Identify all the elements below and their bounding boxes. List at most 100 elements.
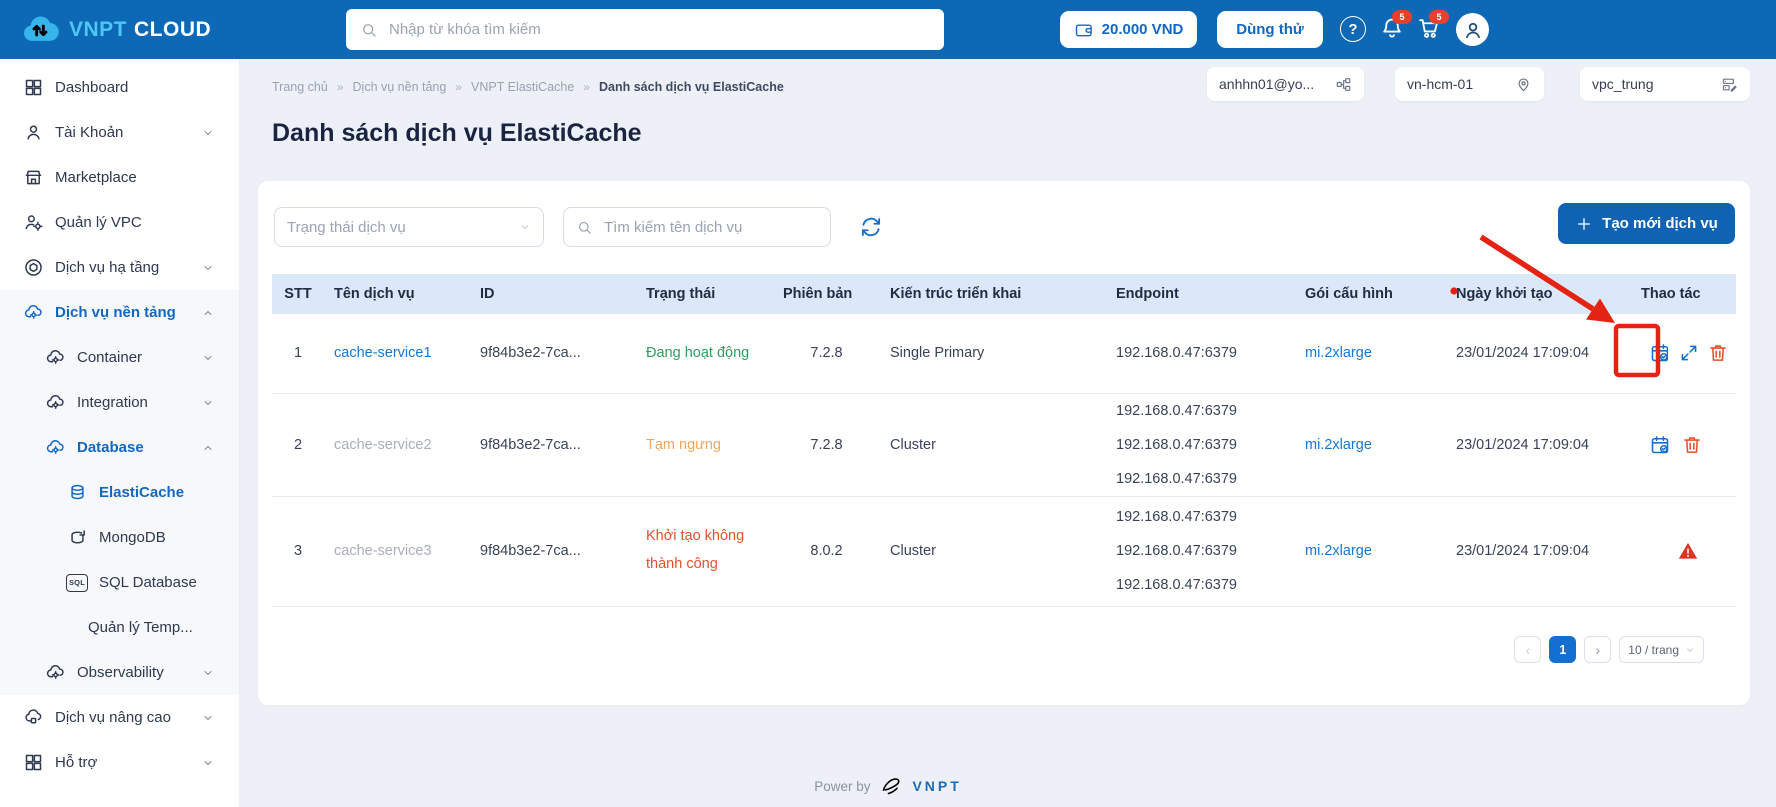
sidebar-platform-group: Dịch vụ nền tảng Container Integration D…: [0, 290, 239, 695]
global-search[interactable]: [346, 9, 944, 50]
cart-badge: 5: [1429, 10, 1449, 24]
avatar-person-icon: [1460, 17, 1486, 43]
row-actions: [1641, 342, 1726, 364]
service-architecture: Cluster: [880, 496, 1106, 606]
status-badge: Khởi tạo không thành công: [646, 528, 744, 572]
cart-button[interactable]: 5: [1416, 15, 1442, 41]
row-actions: [1641, 434, 1726, 456]
breadcrumb: Trang chủ » Dịch vụ nền tảng » VNPT Elas…: [272, 80, 784, 94]
service-name: cache-service2: [334, 437, 432, 453]
schedule-calendar-icon[interactable]: [1649, 434, 1671, 456]
pagination-next-button[interactable]: ›: [1584, 636, 1611, 663]
schedule-calendar-icon[interactable]: [1649, 342, 1668, 364]
sql-icon: SQL: [66, 572, 88, 594]
package-link[interactable]: mi.2xlarge: [1305, 437, 1372, 453]
col-name: Tên dịch vụ: [324, 274, 470, 314]
chevron-up-icon: [202, 442, 214, 454]
sidebar-item-mongodb[interactable]: MongoDB: [0, 515, 239, 560]
page-size-select[interactable]: 10 / trang: [1619, 636, 1704, 663]
vnpt-cloud-console: VNPT CLOUD 20.000 VND Dùng thử ? 5 5: [0, 0, 1776, 807]
sidebar-item-database[interactable]: Database: [0, 425, 239, 470]
sidebar-item-sql-database[interactable]: SQL SQL Database: [0, 560, 239, 605]
brand-logo[interactable]: VNPT CLOUD: [20, 0, 211, 59]
cloud-gear-icon: [22, 302, 44, 324]
pagination-page-1[interactable]: 1: [1549, 636, 1576, 663]
wallet-balance-button[interactable]: 20.000 VND: [1060, 11, 1197, 48]
sidebar-item-platform-services[interactable]: Dịch vụ nền tảng: [0, 290, 239, 335]
help-button[interactable]: ?: [1340, 16, 1366, 42]
sidebar-item-container[interactable]: Container: [0, 335, 239, 380]
package-link[interactable]: mi.2xlarge: [1305, 345, 1372, 361]
brand-vnpt: VNPT: [69, 18, 127, 42]
warning-icon[interactable]: [1677, 540, 1699, 562]
sidebar-item-advanced-services[interactable]: Dịch vụ nâng cao: [0, 695, 239, 740]
sidebar-nav: Dashboard Tài Khoản Marketplace Quản lý …: [0, 59, 240, 807]
col-version: Phiên bản: [773, 274, 880, 314]
account-selector[interactable]: anhhn01@yo...: [1207, 67, 1364, 101]
chevron-down-icon: [202, 757, 214, 769]
package-link[interactable]: mi.2xlarge: [1305, 543, 1372, 559]
service-created: 23/01/2024 17:09:04: [1446, 393, 1631, 496]
user-avatar[interactable]: [1456, 13, 1489, 46]
refresh-button[interactable]: [858, 214, 884, 240]
col-stt: STT: [272, 274, 324, 314]
wallet-icon: [1074, 20, 1094, 40]
chevron-down-icon: [519, 221, 531, 233]
expand-icon[interactable]: [1678, 342, 1697, 364]
col-endpoint: Endpoint: [1106, 274, 1295, 314]
refresh-icon: [858, 214, 884, 240]
table-header-row: STT Tên dịch vụ ID Trạng thái Phiên bản …: [272, 274, 1736, 314]
breadcrumb-platform[interactable]: Dịch vụ nền tảng: [353, 80, 447, 94]
grid-icon: [22, 752, 44, 774]
sidebar-item-account[interactable]: Tài Khoản: [0, 110, 239, 155]
col-id: ID: [470, 274, 636, 314]
chevron-down-icon: [202, 712, 214, 724]
breadcrumb-separator: »: [337, 80, 344, 94]
sidebar-item-template-management[interactable]: Quản lý Temp...: [0, 605, 239, 650]
col-actions: Thao tác: [1631, 274, 1736, 314]
create-service-button[interactable]: Tạo mới dịch vụ: [1558, 203, 1735, 244]
delete-trash-icon[interactable]: [1707, 342, 1726, 364]
region-selector[interactable]: vn-hcm-01: [1395, 67, 1544, 101]
global-search-input[interactable]: [387, 20, 930, 39]
sidebar-item-elasticache[interactable]: ElastiCache: [0, 470, 239, 515]
sidebar-item-dashboard[interactable]: Dashboard: [0, 65, 239, 110]
service-endpoints: 192.168.0.47:6379 192.168.0.47:6379 192.…: [1116, 394, 1285, 496]
chevron-up-icon: [202, 307, 214, 319]
cloud-gear-icon: [44, 392, 66, 414]
trial-button[interactable]: Dùng thử: [1217, 11, 1323, 48]
location-pin-icon: [1515, 76, 1532, 93]
service-name-link[interactable]: cache-service1: [334, 345, 432, 361]
top-navbar: VNPT CLOUD 20.000 VND Dùng thử ? 5 5: [0, 0, 1776, 59]
vnpt-logo-text: VNPT: [912, 778, 961, 794]
col-created: Ngày khởi tạo: [1446, 274, 1631, 314]
sidebar-item-support[interactable]: Hỗ trợ: [0, 740, 239, 785]
breadcrumb-current: Danh sách dịch vụ ElastiCache: [599, 80, 784, 94]
service-endpoint: 192.168.0.47:6379: [1106, 314, 1295, 393]
server-edit-icon: [1721, 76, 1738, 93]
status-filter-select[interactable]: Trạng thái dịch vụ: [274, 207, 544, 247]
sidebar-item-integration[interactable]: Integration: [0, 380, 239, 425]
sidebar-item-infrastructure[interactable]: Dịch vụ hạ tầng: [0, 245, 239, 290]
delete-trash-icon[interactable]: [1681, 434, 1703, 456]
service-search[interactable]: [563, 207, 831, 247]
chevron-down-icon: [202, 352, 214, 364]
service-search-input[interactable]: [602, 218, 818, 237]
col-architecture: Kiến trúc triển khai: [880, 274, 1106, 314]
service-list-card: Trạng thái dịch vụ Tạo mới dịch vụ: [258, 181, 1750, 705]
sidebar-item-marketplace[interactable]: Marketplace: [0, 155, 239, 200]
cloud-gear-icon: [44, 437, 66, 459]
powered-by-label: Power by: [814, 779, 870, 794]
search-icon: [360, 21, 378, 39]
pagination-prev-button[interactable]: ‹: [1514, 636, 1541, 663]
main-content: Trang chủ » Dịch vụ nền tảng » VNPT Elas…: [240, 59, 1776, 807]
breadcrumb-home[interactable]: Trang chủ: [272, 80, 328, 94]
vpc-selector[interactable]: vpc_trung: [1580, 67, 1750, 101]
notifications-button[interactable]: 5: [1379, 15, 1405, 41]
breadcrumb-elasticache[interactable]: VNPT ElastiCache: [471, 80, 574, 94]
services-table: STT Tên dịch vụ ID Trạng thái Phiên bản …: [272, 274, 1736, 607]
person-gear-icon: [22, 212, 44, 234]
chevron-down-icon: [202, 127, 214, 139]
sidebar-item-vpc[interactable]: Quản lý VPC: [0, 200, 239, 245]
sidebar-item-observability[interactable]: Observability: [0, 650, 239, 695]
